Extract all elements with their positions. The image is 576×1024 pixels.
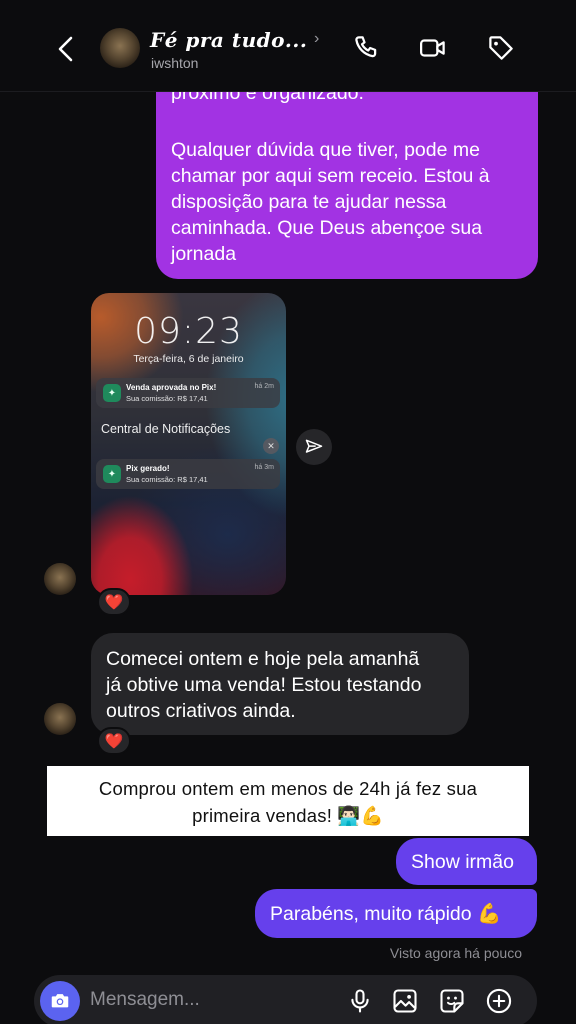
notification-time: há 3m bbox=[254, 464, 274, 471]
outgoing-message[interactable]: Show irmão bbox=[396, 838, 537, 885]
outgoing-message[interactable]: próximo e organizado. Qualquer dúvida qu… bbox=[156, 60, 538, 279]
tag-icon bbox=[489, 36, 513, 60]
contact-username[interactable]: iwshton bbox=[151, 55, 198, 71]
camera-button[interactable] bbox=[40, 981, 80, 1021]
message-text: Parabéns, muito rápido 💪 bbox=[270, 903, 502, 925]
incoming-message[interactable]: Comecei ontem e hoje pela amanhã já obti… bbox=[91, 633, 469, 735]
notification-time: há 2m bbox=[254, 383, 274, 390]
heart-reaction[interactable]: ❤️ bbox=[97, 588, 131, 616]
outgoing-message[interactable]: Parabéns, muito rápido 💪 bbox=[255, 889, 537, 938]
video-call-button[interactable] bbox=[418, 33, 448, 63]
chevron-left-icon bbox=[58, 36, 73, 62]
notification-center-label: Central de Notificações bbox=[101, 422, 231, 436]
chat-header: 𝑭é 𝒑𝒓𝒂 𝒕𝒖𝒅𝒐... › iwshton bbox=[0, 0, 576, 92]
message-input[interactable]: Mensagem... bbox=[90, 989, 200, 1011]
caption-line: primeira vendas! 👨🏻‍💻💪 bbox=[192, 805, 384, 826]
share-button[interactable] bbox=[296, 429, 332, 465]
call-button[interactable] bbox=[352, 33, 382, 63]
app-icon: ✦ bbox=[103, 384, 121, 402]
seen-status: Visto agora há pouco bbox=[389, 945, 522, 961]
chevron-right-icon[interactable]: › bbox=[314, 30, 319, 48]
caption-overlay: Comprou ontem em menos de 24h já fez sua… bbox=[47, 766, 529, 836]
notification-title: Venda aprovada no Pix! bbox=[126, 383, 217, 392]
sticker-button[interactable] bbox=[438, 987, 466, 1015]
notification-body: Sua comissão: R$ 17,41 bbox=[126, 394, 208, 403]
sender-avatar[interactable] bbox=[44, 703, 76, 735]
message-text: Qualquer dúvida que tiver, pode me chama… bbox=[171, 139, 490, 265]
heart-reaction[interactable]: ❤️ bbox=[97, 727, 131, 755]
caption-line: Comprou ontem em menos de 24h já fez sua bbox=[98, 778, 478, 799]
send-icon bbox=[305, 439, 323, 453]
tag-button[interactable] bbox=[486, 33, 516, 63]
contact-avatar[interactable] bbox=[100, 28, 140, 68]
image-icon bbox=[393, 989, 417, 1013]
message-text: Comecei ontem e hoje pela amanhã já obti… bbox=[106, 648, 422, 722]
message-text: Show irmão bbox=[411, 851, 514, 873]
notification-title: Pix gerado! bbox=[126, 464, 170, 473]
sticker-icon bbox=[440, 989, 464, 1013]
notification-body: Sua comissão: R$ 17,41 bbox=[126, 475, 208, 484]
microphone-icon bbox=[351, 989, 369, 1013]
plus-circle-icon bbox=[486, 988, 512, 1014]
message-composer: Mensagem... bbox=[34, 975, 537, 1024]
notification-card: ✦ Pix gerado! Sua comissão: R$ 17,41 há … bbox=[96, 459, 280, 489]
sender-avatar[interactable] bbox=[44, 563, 76, 595]
phone-icon bbox=[355, 36, 377, 58]
image-message[interactable]: 09:23 Terça-feira, 6 de janeiro ✦ Venda … bbox=[91, 293, 286, 595]
back-button[interactable] bbox=[52, 32, 82, 66]
mic-button[interactable] bbox=[346, 987, 374, 1015]
app-icon: ✦ bbox=[103, 465, 121, 483]
add-button[interactable] bbox=[485, 987, 513, 1015]
notification-card: ✦ Venda aprovada no Pix! Sua comissão: R… bbox=[96, 378, 280, 408]
lockscreen-date: Terça-feira, 6 de janeiro bbox=[133, 353, 244, 365]
gallery-button[interactable] bbox=[391, 987, 419, 1015]
close-icon: ✕ bbox=[263, 438, 279, 454]
camera-icon bbox=[51, 994, 69, 1008]
contact-name[interactable]: 𝑭é 𝒑𝒓𝒂 𝒕𝒖𝒅𝒐... bbox=[150, 28, 307, 52]
video-camera-icon bbox=[420, 39, 445, 57]
lockscreen-time: 09:23 bbox=[134, 311, 243, 352]
